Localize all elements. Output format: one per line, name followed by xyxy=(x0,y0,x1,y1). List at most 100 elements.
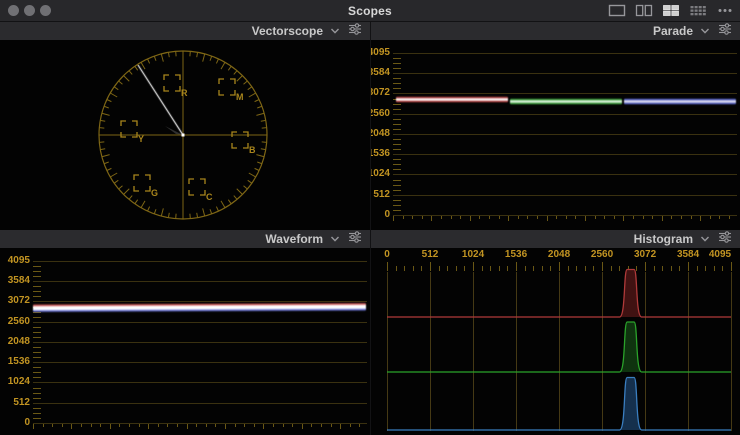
minor-tick xyxy=(33,271,41,272)
bottom-tick xyxy=(235,424,236,427)
chevron-down-icon[interactable] xyxy=(330,22,340,40)
single-view-icon[interactable] xyxy=(607,3,627,18)
histogram-curve-blue xyxy=(387,378,731,431)
vectorscope-target-label: G xyxy=(151,188,158,198)
minor-tick xyxy=(33,286,41,287)
bottom-tick xyxy=(33,424,34,429)
bottom-tick xyxy=(110,424,111,429)
quad-view-icon[interactable] xyxy=(661,3,681,18)
bottom-tick xyxy=(340,424,341,429)
waveform-trace xyxy=(33,302,366,312)
vectorscope-target-M xyxy=(219,79,235,95)
histogram-canvas xyxy=(371,248,740,435)
minor-tick xyxy=(33,372,41,373)
bottom-tick xyxy=(547,216,548,221)
bottom-tick xyxy=(254,424,255,427)
gridline xyxy=(33,261,367,262)
waveform-title[interactable]: Waveform xyxy=(265,232,323,246)
axis-label: 2560 xyxy=(371,109,390,119)
minor-tick xyxy=(393,180,401,181)
bottom-tick xyxy=(585,216,586,221)
axis-label: 2048 xyxy=(0,337,30,347)
window-controls[interactable] xyxy=(8,5,51,16)
bottom-tick xyxy=(187,424,188,429)
minor-tick xyxy=(393,104,401,105)
gridline xyxy=(33,382,367,383)
minimize-window-icon[interactable] xyxy=(24,5,35,16)
axis-label: 0 xyxy=(371,210,390,220)
parade-title[interactable]: Parade xyxy=(653,24,693,38)
bottom-tick xyxy=(604,216,605,219)
vectorscope-target-label: B xyxy=(249,145,256,155)
bottom-tick xyxy=(177,424,178,427)
chevron-down-icon[interactable] xyxy=(700,22,710,40)
parade-trace-green xyxy=(510,98,622,105)
vectorscope-target-label: R xyxy=(181,88,188,98)
minor-tick xyxy=(393,78,401,79)
scopes-grid: Vectorscope RMYBGC Parade 40953584307225… xyxy=(0,22,740,435)
vectorscope-settings-sliders-icon[interactable] xyxy=(347,22,363,41)
bottom-tick xyxy=(700,216,701,221)
axis-label: 1024 xyxy=(371,169,390,179)
minor-tick xyxy=(33,347,41,348)
axis-label: 3584 xyxy=(0,276,30,286)
axis-label: 3072 xyxy=(371,88,390,98)
axis-label: 512 xyxy=(371,190,390,200)
axis-label: 1536 xyxy=(371,149,390,159)
bottom-tick xyxy=(43,424,44,427)
minor-tick xyxy=(33,291,41,292)
bottom-tick xyxy=(321,424,322,427)
minor-tick xyxy=(33,367,41,368)
bottom-tick xyxy=(311,424,312,427)
bottom-tick xyxy=(671,216,672,219)
bottom-tick xyxy=(350,424,351,427)
histogram-settings-sliders-icon[interactable] xyxy=(717,230,733,249)
bottom-tick xyxy=(499,216,500,219)
bottom-tick xyxy=(643,216,644,219)
vectorscope-target-C xyxy=(189,179,205,195)
minor-tick xyxy=(393,210,401,211)
titlebar: Scopes xyxy=(0,0,740,21)
bottom-tick xyxy=(595,216,596,219)
minor-tick xyxy=(393,164,401,165)
zoom-window-icon[interactable] xyxy=(40,5,51,16)
bottom-tick xyxy=(158,424,159,427)
close-window-icon[interactable] xyxy=(8,5,19,16)
axis-label: 3584 xyxy=(371,68,390,78)
grid-view-icon[interactable] xyxy=(688,3,708,18)
bottom-tick xyxy=(100,424,101,427)
parade-settings-sliders-icon[interactable] xyxy=(717,22,733,41)
minor-tick xyxy=(393,144,401,145)
minor-tick xyxy=(33,296,41,297)
histogram-curve-green xyxy=(387,322,731,372)
gridline xyxy=(393,195,737,196)
minor-tick xyxy=(393,68,401,69)
histogram-title[interactable]: Histogram xyxy=(634,232,693,246)
vectorscope-title[interactable]: Vectorscope xyxy=(252,24,323,38)
bottom-tick xyxy=(681,216,682,219)
gridline xyxy=(33,423,367,424)
waveform-settings-sliders-icon[interactable] xyxy=(347,230,363,249)
vectorscope-panel: Vectorscope RMYBGC xyxy=(0,22,370,230)
view-toolbar xyxy=(607,3,735,18)
minor-tick xyxy=(33,418,41,419)
axis-label: 4095 xyxy=(0,256,30,266)
minor-tick xyxy=(393,83,401,84)
minor-tick xyxy=(393,169,401,170)
bottom-tick xyxy=(403,216,404,219)
minor-tick xyxy=(33,393,41,394)
dual-view-icon[interactable] xyxy=(634,3,654,18)
bottom-tick xyxy=(489,216,490,219)
chevron-down-icon[interactable] xyxy=(700,230,710,248)
minor-tick xyxy=(393,63,401,64)
minor-tick xyxy=(33,327,41,328)
bottom-tick xyxy=(451,216,452,219)
more-options-icon[interactable] xyxy=(715,3,735,18)
gridline xyxy=(33,342,367,343)
bottom-tick xyxy=(527,216,528,219)
minor-tick xyxy=(393,139,401,140)
chevron-down-icon[interactable] xyxy=(330,230,340,248)
bottom-tick xyxy=(215,424,216,427)
waveform-panel: Waveform 4095358430722560204815361024512… xyxy=(0,230,370,435)
bottom-tick xyxy=(422,216,423,219)
